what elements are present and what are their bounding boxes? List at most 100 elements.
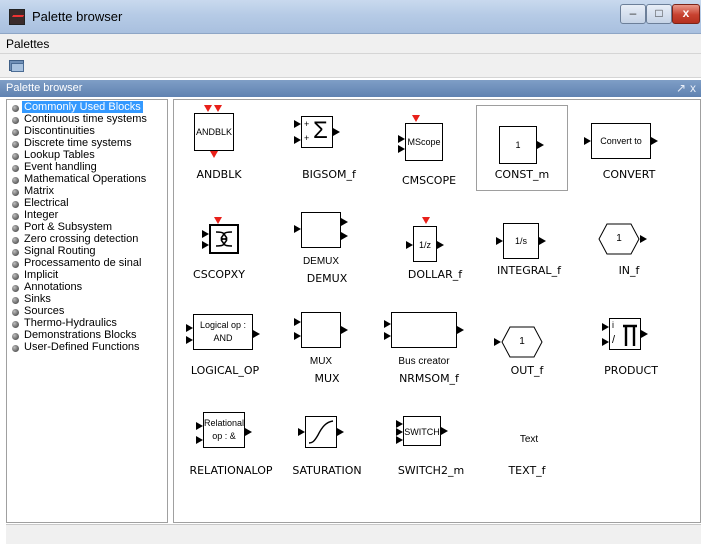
input-port-icon	[196, 436, 203, 444]
input-port-icon	[398, 135, 405, 143]
block-label: TEXT_f	[508, 464, 546, 477]
tree-item-label: Commonly Used Blocks	[22, 101, 143, 113]
product-pi-icon	[623, 324, 637, 346]
product-block-icon: i /	[609, 318, 641, 350]
demux-block-icon	[301, 212, 341, 248]
block-label: RELATIONALOP	[189, 464, 273, 477]
block-cmscope[interactable]: MScope CMSCOPE	[384, 108, 474, 194]
block-label: CONST_m	[494, 168, 550, 181]
output-port-icon	[245, 428, 252, 436]
block-convert[interactable]: Convert to CONVERT	[584, 108, 674, 194]
block-label: SWITCH2_m	[397, 464, 465, 477]
block-icon-text: SWITCH	[404, 427, 440, 437]
multiply-port-sign: i	[612, 320, 614, 330]
block-integral-f[interactable]: 1/s INTEGRAL_f	[484, 208, 574, 294]
input-port-icon	[602, 323, 609, 331]
block-switch2-m[interactable]: SWITCH SWITCH2_m	[384, 408, 474, 494]
output-port-icon	[333, 128, 340, 136]
minimize-button[interactable]: –	[620, 4, 646, 24]
xy-scope-block-icon	[209, 224, 239, 254]
andblk-icon-text: ANDBLK	[195, 127, 232, 137]
block-label: PRODUCT	[604, 364, 658, 377]
input-port-icon	[406, 241, 413, 249]
input-port-icon	[202, 230, 209, 238]
input-port-icon	[584, 137, 591, 145]
block-icon-text: 1	[616, 233, 622, 244]
menu-bar: Palettes	[0, 34, 701, 54]
output-port-icon	[253, 330, 260, 338]
toolbar	[0, 54, 701, 78]
delay-block-icon: 1/z	[413, 226, 437, 262]
block-icon-text-line2: AND	[213, 333, 233, 343]
input-port-icon	[602, 338, 609, 346]
event-input-port-icon	[422, 217, 430, 224]
divide-port-sign: /	[612, 334, 616, 346]
menu-palettes[interactable]: Palettes	[6, 37, 49, 51]
tree-item-label: Sinks	[24, 293, 51, 305]
convert-block-icon: Convert to	[591, 123, 651, 159]
folder-icon-front	[11, 63, 24, 72]
output-port-icon	[341, 218, 348, 226]
block-label: INTEGRAL_f	[497, 264, 561, 277]
palette-tree: Commonly Used Blocks Continuous time sys…	[6, 99, 168, 523]
block-icon-text-line1: Relational	[204, 418, 245, 428]
output-port-icon	[457, 326, 464, 334]
output-port-icon	[537, 141, 544, 149]
bullet-icon	[12, 189, 19, 196]
event-output-port-icon	[210, 151, 218, 158]
input-port-icon	[396, 428, 403, 436]
block-label: BIGSOM_f	[302, 168, 356, 181]
block-dollar-f[interactable]: 1/z DOLLAR_f	[384, 208, 474, 294]
block-andblk[interactable]: ANDBLK ANDBLK	[184, 105, 274, 194]
block-label: MUX	[314, 372, 340, 385]
block-const-m[interactable]: 1 CONST_m	[476, 105, 568, 191]
block-out-f[interactable]: 1 OUT_f	[482, 308, 572, 394]
close-button[interactable]: x	[672, 4, 700, 24]
block-label: OUT_f	[510, 364, 544, 377]
tree-item-label: Implicit	[24, 269, 59, 281]
event-input-port-icon	[214, 217, 222, 224]
block-mux[interactable]: MUX MUX	[284, 308, 374, 394]
tree-item-label: Demonstrations Blocks	[24, 329, 137, 341]
tree-item-user-defined-functions[interactable]: User-Defined Functions	[7, 341, 167, 354]
block-text-f[interactable]: Text TEXT_f	[484, 408, 574, 494]
bullet-icon	[12, 129, 19, 136]
input-port-icon	[294, 318, 301, 326]
output-port-icon	[437, 241, 444, 249]
block-label: LOGICAL_OP	[190, 364, 260, 377]
input-port-icon	[384, 320, 391, 328]
input-port-icon	[294, 332, 301, 340]
output-port-icon	[539, 237, 546, 245]
block-saturation[interactable]: SATURATION	[284, 408, 374, 494]
logical-op-block-icon: Logical op : AND	[193, 314, 253, 350]
block-cscopxy[interactable]: CSCOPXY	[184, 208, 274, 294]
bullet-icon	[12, 177, 19, 184]
block-in-f[interactable]: 1 IN_f	[584, 208, 674, 294]
tree-item-label: Port & Subsystem	[24, 221, 113, 233]
block-logical-op[interactable]: Logical op : AND LOGICAL_OP	[182, 308, 272, 394]
bullet-icon	[12, 117, 19, 124]
tree-item-label: Mathematical Operations	[24, 173, 147, 185]
bullet-icon	[12, 309, 19, 316]
block-relationalop[interactable]: Relational op : & RELATIONALOP	[182, 408, 273, 494]
input-port-icon	[494, 338, 501, 346]
block-nrmsom-f[interactable]: Bus creator NRMSOM_f	[384, 308, 474, 394]
title-bar: Palette browser – □ x	[0, 0, 701, 34]
output-port-icon	[641, 330, 648, 338]
tree-item-label: Zero crossing detection	[24, 233, 139, 245]
block-label: IN_f	[618, 264, 640, 277]
block-bigsom-f[interactable]: + + Σ BIGSOM_f	[284, 108, 374, 194]
input-port-icon	[294, 136, 301, 144]
undock-icon[interactable]: ↗	[676, 81, 686, 95]
block-demux[interactable]: DEMUX DEMUX	[284, 208, 374, 294]
maximize-button[interactable]: □	[646, 4, 672, 24]
block-product[interactable]: i / PRODUCT	[584, 308, 674, 394]
open-folder-button[interactable]	[8, 57, 26, 74]
tree-item-label: Thermo-Hydraulics	[24, 317, 117, 329]
lissajous-icon	[215, 231, 233, 247]
tree-item-label: Discontinuities	[24, 125, 95, 137]
saturation-curve-icon	[308, 420, 334, 444]
mux-block-icon	[301, 312, 341, 348]
block-label: SATURATION	[292, 464, 362, 477]
dock-close-icon[interactable]: x	[690, 81, 696, 95]
